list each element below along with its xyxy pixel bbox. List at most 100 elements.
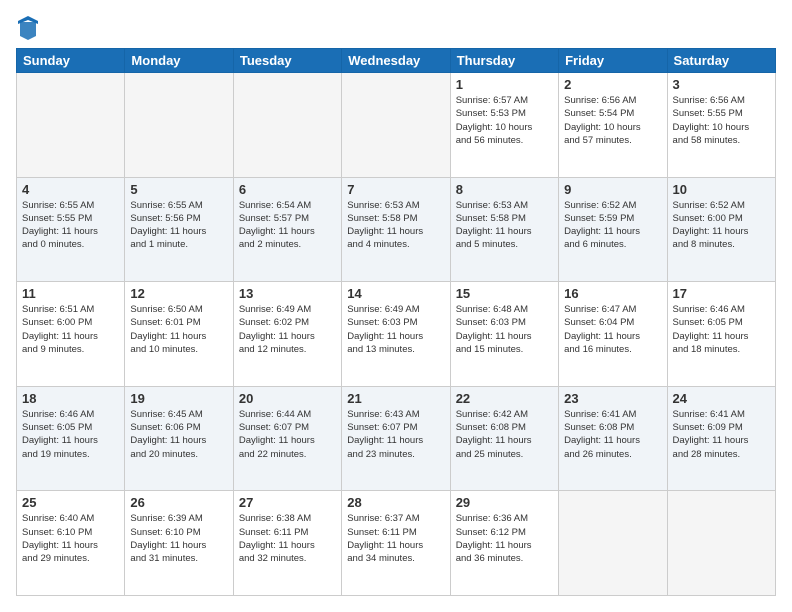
col-thursday: Thursday [450, 49, 558, 73]
calendar-cell: 14 Sunrise: 6:49 AM Sunset: 6:03 PM Dayli… [342, 282, 450, 387]
day-info: Sunrise: 6:38 AM Sunset: 6:11 PM Dayligh… [239, 512, 336, 565]
day-number: 13 [239, 286, 336, 301]
day-number: 24 [673, 391, 770, 406]
day-info: Sunrise: 6:56 AM Sunset: 5:55 PM Dayligh… [673, 94, 770, 147]
day-info: Sunrise: 6:51 AM Sunset: 6:00 PM Dayligh… [22, 303, 119, 356]
calendar-header-row: Sunday Monday Tuesday Wednesday Thursday… [17, 49, 776, 73]
day-info: Sunrise: 6:50 AM Sunset: 6:01 PM Dayligh… [130, 303, 227, 356]
day-number: 20 [239, 391, 336, 406]
day-number: 26 [130, 495, 227, 510]
day-number: 28 [347, 495, 444, 510]
page: Sunday Monday Tuesday Wednesday Thursday… [0, 0, 792, 612]
calendar-cell: 22Sunrise: 6:42 AM Sunset: 6:08 PM Dayli… [450, 386, 558, 491]
day-number: 1 [456, 77, 553, 92]
day-info: Sunrise: 6:49 AM Sunset: 6:03 PM Dayligh… [347, 303, 444, 356]
day-number: 6 [239, 182, 336, 197]
day-number: 5 [130, 182, 227, 197]
day-number: 12 [130, 286, 227, 301]
calendar-cell: 19 Sunrise: 6:45 AM Sunset: 6:06 PM Dayli… [125, 386, 233, 491]
calendar-cell: 11 Sunrise: 6:51 AM Sunset: 6:00 PM Dayli… [17, 282, 125, 387]
day-number: 25 [22, 495, 119, 510]
calendar-cell: 20 Sunrise: 6:44 AM Sunset: 6:07 PM Dayli… [233, 386, 341, 491]
day-info: Sunrise: 6:45 AM Sunset: 6:06 PM Dayligh… [130, 408, 227, 461]
day-info: Sunrise: 6:57 AM Sunset: 5:53 PM Dayligh… [456, 94, 553, 147]
day-info: Sunrise: 6:39 AM Sunset: 6:10 PM Dayligh… [130, 512, 227, 565]
logo-icon [18, 16, 38, 40]
calendar-cell: 9 Sunrise: 6:52 AM Sunset: 5:59 PM Daylig… [559, 177, 667, 282]
calendar-cell: 25 Sunrise: 6:40 AM Sunset: 6:10 PM Dayli… [17, 491, 125, 596]
day-info: Sunrise: 6:40 AM Sunset: 6:10 PM Dayligh… [22, 512, 119, 565]
day-number: 16 [564, 286, 661, 301]
day-number: 29 [456, 495, 553, 510]
calendar-cell: 15 Sunrise: 6:48 AM Sunset: 6:03 PM Dayli… [450, 282, 558, 387]
col-monday: Monday [125, 49, 233, 73]
day-number: 14 [347, 286, 444, 301]
calendar-week-row: 11 Sunrise: 6:51 AM Sunset: 6:00 PM Dayli… [17, 282, 776, 387]
calendar-cell: 7 Sunrise: 6:53 AM Sunset: 5:58 PM Daylig… [342, 177, 450, 282]
calendar-cell: 21Sunrise: 6:43 AM Sunset: 6:07 PM Dayli… [342, 386, 450, 491]
col-sunday: Sunday [17, 49, 125, 73]
day-number: 17 [673, 286, 770, 301]
day-info: Sunrise: 6:41 AM Sunset: 6:08 PM Dayligh… [564, 408, 661, 461]
calendar-cell: 23 Sunrise: 6:41 AM Sunset: 6:08 PM Dayli… [559, 386, 667, 491]
calendar-cell [125, 73, 233, 178]
calendar-week-row: 1 Sunrise: 6:57 AM Sunset: 5:53 PM Daylig… [17, 73, 776, 178]
calendar-cell: 16 Sunrise: 6:47 AM Sunset: 6:04 PM Dayli… [559, 282, 667, 387]
calendar-cell: 4 Sunrise: 6:55 AM Sunset: 5:55 PM Daylig… [17, 177, 125, 282]
day-number: 19 [130, 391, 227, 406]
calendar-cell: 10 Sunrise: 6:52 AM Sunset: 6:00 PM Dayli… [667, 177, 775, 282]
calendar-cell: 17 Sunrise: 6:46 AM Sunset: 6:05 PM Dayli… [667, 282, 775, 387]
day-info: Sunrise: 6:47 AM Sunset: 6:04 PM Dayligh… [564, 303, 661, 356]
calendar-cell [667, 491, 775, 596]
day-info: Sunrise: 6:37 AM Sunset: 6:11 PM Dayligh… [347, 512, 444, 565]
day-info: Sunrise: 6:55 AM Sunset: 5:56 PM Dayligh… [130, 199, 227, 252]
calendar-cell [17, 73, 125, 178]
day-info: Sunrise: 6:55 AM Sunset: 5:55 PM Dayligh… [22, 199, 119, 252]
day-info: Sunrise: 6:53 AM Sunset: 5:58 PM Dayligh… [456, 199, 553, 252]
day-number: 4 [22, 182, 119, 197]
calendar-cell: 13Sunrise: 6:49 AM Sunset: 6:02 PM Dayli… [233, 282, 341, 387]
day-number: 11 [22, 286, 119, 301]
calendar-cell: 28 Sunrise: 6:37 AM Sunset: 6:11 PM Dayli… [342, 491, 450, 596]
calendar-cell: 5 Sunrise: 6:55 AM Sunset: 5:56 PM Daylig… [125, 177, 233, 282]
calendar-cell: 2 Sunrise: 6:56 AM Sunset: 5:54 PM Daylig… [559, 73, 667, 178]
calendar-cell: 27 Sunrise: 6:38 AM Sunset: 6:11 PM Dayli… [233, 491, 341, 596]
day-info: Sunrise: 6:52 AM Sunset: 5:59 PM Dayligh… [564, 199, 661, 252]
day-number: 7 [347, 182, 444, 197]
day-info: Sunrise: 6:52 AM Sunset: 6:00 PM Dayligh… [673, 199, 770, 252]
day-number: 9 [564, 182, 661, 197]
day-number: 15 [456, 286, 553, 301]
col-wednesday: Wednesday [342, 49, 450, 73]
day-number: 18 [22, 391, 119, 406]
calendar-cell [559, 491, 667, 596]
day-info: Sunrise: 6:36 AM Sunset: 6:12 PM Dayligh… [456, 512, 553, 565]
col-friday: Friday [559, 49, 667, 73]
calendar-cell: 12 Sunrise: 6:50 AM Sunset: 6:01 PM Dayli… [125, 282, 233, 387]
calendar-table: Sunday Monday Tuesday Wednesday Thursday… [16, 48, 776, 596]
calendar-week-row: 4 Sunrise: 6:55 AM Sunset: 5:55 PM Daylig… [17, 177, 776, 282]
day-number: 3 [673, 77, 770, 92]
calendar-cell: 26 Sunrise: 6:39 AM Sunset: 6:10 PM Dayli… [125, 491, 233, 596]
day-info: Sunrise: 6:41 AM Sunset: 6:09 PM Dayligh… [673, 408, 770, 461]
day-info: Sunrise: 6:54 AM Sunset: 5:57 PM Dayligh… [239, 199, 336, 252]
calendar-cell: 24 Sunrise: 6:41 AM Sunset: 6:09 PM Dayli… [667, 386, 775, 491]
day-info: Sunrise: 6:43 AM Sunset: 6:07 PM Dayligh… [347, 408, 444, 461]
day-number: 27 [239, 495, 336, 510]
day-info: Sunrise: 6:48 AM Sunset: 6:03 PM Dayligh… [456, 303, 553, 356]
day-number: 10 [673, 182, 770, 197]
calendar-cell [342, 73, 450, 178]
header [16, 16, 776, 38]
day-number: 2 [564, 77, 661, 92]
calendar-cell: 1 Sunrise: 6:57 AM Sunset: 5:53 PM Daylig… [450, 73, 558, 178]
calendar-cell [233, 73, 341, 178]
day-info: Sunrise: 6:56 AM Sunset: 5:54 PM Dayligh… [564, 94, 661, 147]
day-info: Sunrise: 6:46 AM Sunset: 6:05 PM Dayligh… [673, 303, 770, 356]
col-tuesday: Tuesday [233, 49, 341, 73]
day-info: Sunrise: 6:44 AM Sunset: 6:07 PM Dayligh… [239, 408, 336, 461]
logo [16, 16, 38, 38]
calendar-week-row: 25 Sunrise: 6:40 AM Sunset: 6:10 PM Dayli… [17, 491, 776, 596]
calendar-cell: 18 Sunrise: 6:46 AM Sunset: 6:05 PM Dayli… [17, 386, 125, 491]
day-number: 23 [564, 391, 661, 406]
day-info: Sunrise: 6:46 AM Sunset: 6:05 PM Dayligh… [22, 408, 119, 461]
day-info: Sunrise: 6:53 AM Sunset: 5:58 PM Dayligh… [347, 199, 444, 252]
